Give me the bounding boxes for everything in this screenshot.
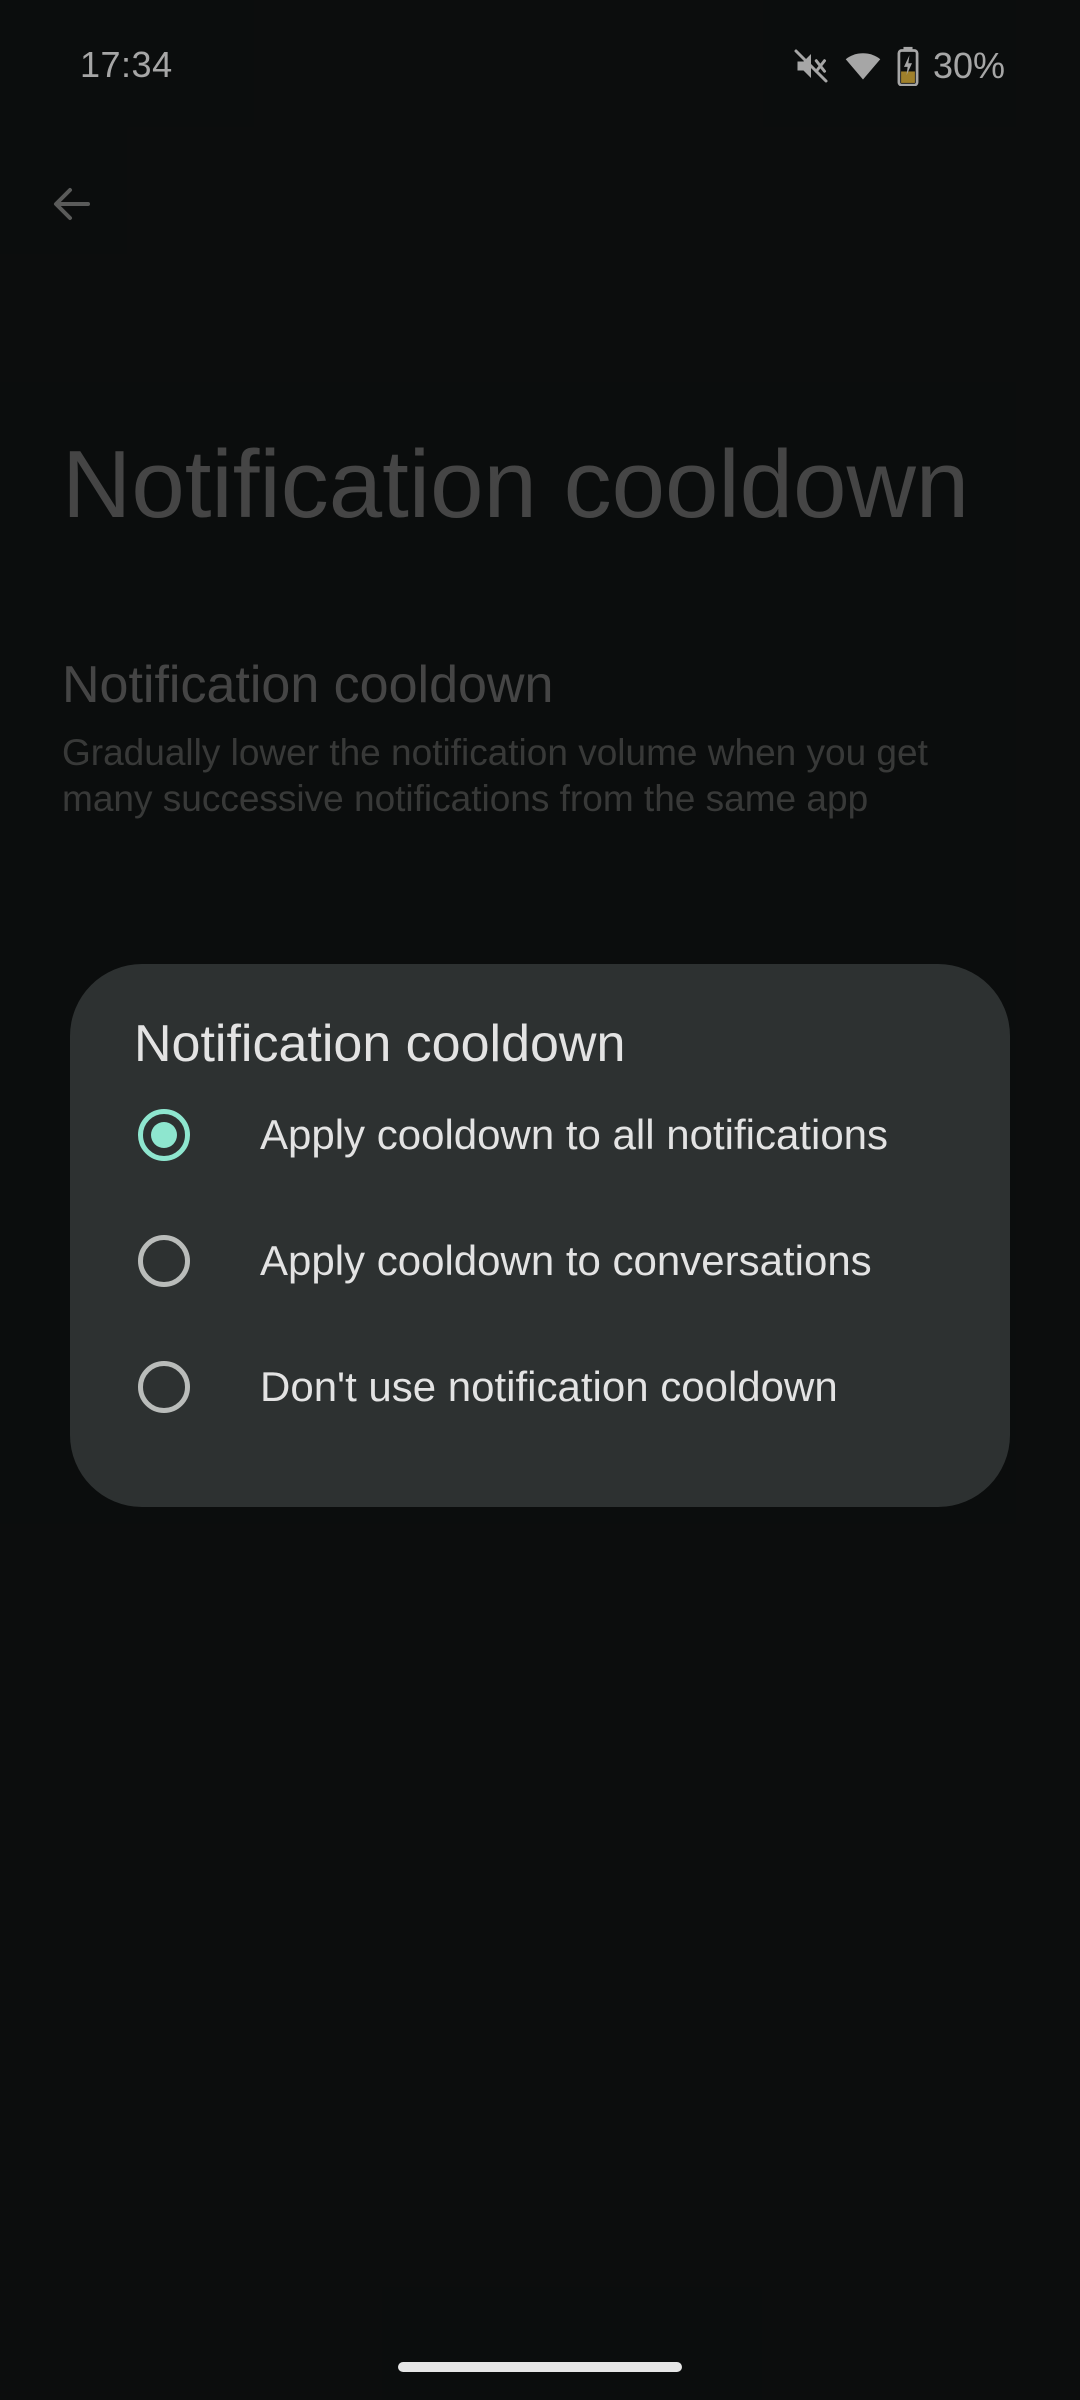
option-conversations[interactable]: Apply cooldown to conversations <box>70 1198 1010 1324</box>
option-label: Apply cooldown to all notifications <box>260 1111 889 1158</box>
option-label: Apply cooldown to conversations <box>260 1237 872 1284</box>
gesture-nav-handle[interactable] <box>398 2362 682 2372</box>
radio-dot <box>151 1122 177 1148</box>
option-label: Don't use notification cooldown <box>260 1363 838 1410</box>
radio-button[interactable] <box>138 1235 190 1287</box>
radio-button[interactable] <box>138 1361 190 1413</box>
dialog-title: Notification cooldown <box>134 1015 626 1073</box>
radio-button-selected[interactable] <box>138 1109 190 1161</box>
settings-screen: 17:34 30% Notification cooldown Notifica… <box>0 0 1080 2400</box>
option-dont-use[interactable]: Don't use notification cooldown <box>70 1324 1010 1450</box>
option-all-notifications[interactable]: Apply cooldown to all notifications <box>70 1072 1010 1198</box>
cooldown-dialog: Notification cooldown Apply cooldown to … <box>70 964 1010 1507</box>
